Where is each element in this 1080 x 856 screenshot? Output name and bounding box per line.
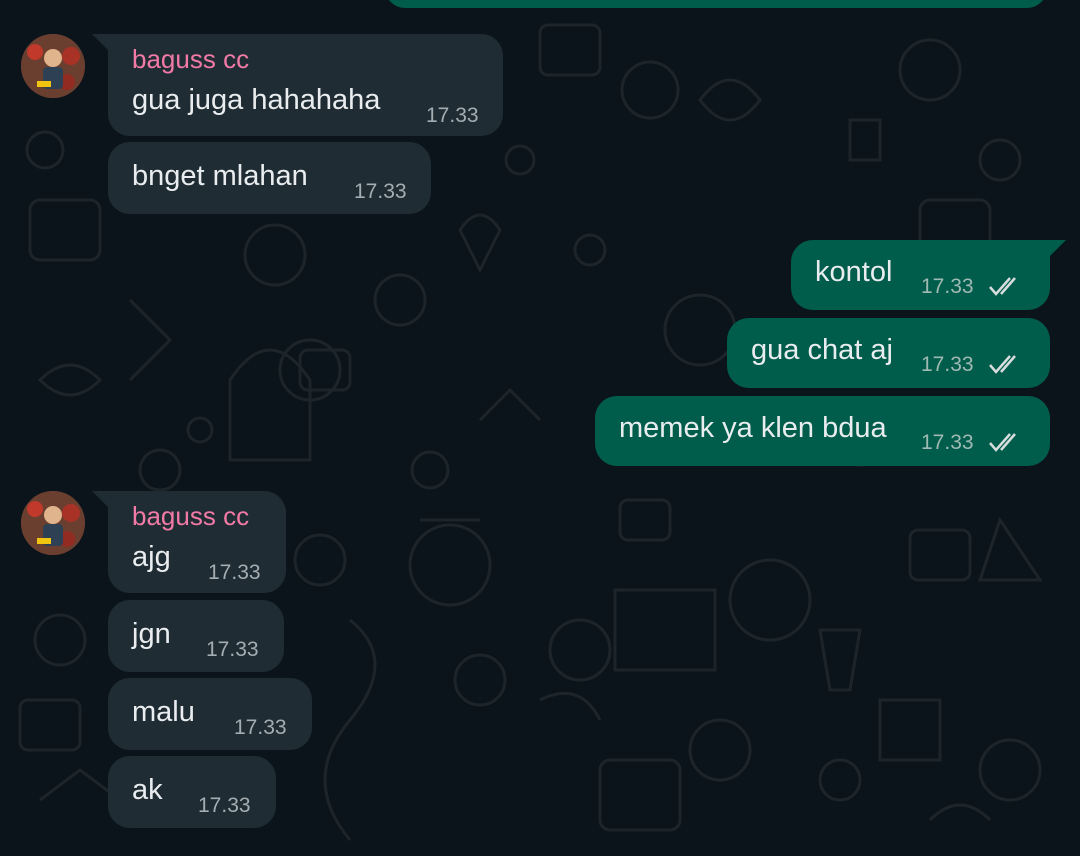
message-time: 17.33 bbox=[234, 716, 287, 739]
message-bubble[interactable]: baguss cc ajg 17.33 bbox=[92, 491, 286, 593]
message-text: gua juga hahahaha bbox=[132, 84, 381, 116]
read-ticks-icon bbox=[989, 433, 1016, 452]
message-time: 17.33 bbox=[921, 431, 974, 454]
message-bubble[interactable]: gua chat aj 17.33 bbox=[727, 318, 1050, 388]
previous-outgoing-bubble bbox=[385, 0, 1047, 8]
message-time: 17.33 bbox=[921, 275, 974, 298]
message-time: 17.33 bbox=[921, 353, 974, 376]
chat-area[interactable]: baguss cc gua juga hahahaha 17.33 bnget … bbox=[0, 0, 1080, 856]
message-text: jgn bbox=[132, 618, 171, 650]
message-text: bnget mlahan bbox=[132, 160, 308, 192]
message-bubble[interactable]: kontol 17.33 bbox=[791, 240, 1066, 310]
sender-name[interactable]: baguss cc bbox=[132, 44, 249, 75]
read-ticks-icon bbox=[989, 277, 1016, 296]
message-text: kontol bbox=[815, 256, 893, 288]
bubble-tail bbox=[92, 491, 110, 509]
bubble-tail bbox=[92, 34, 110, 52]
message-text: ak bbox=[132, 774, 163, 806]
message-time: 17.33 bbox=[198, 794, 251, 817]
bubble-tail bbox=[1048, 240, 1066, 258]
message-text: ajg bbox=[132, 541, 171, 573]
message-time: 17.33 bbox=[426, 104, 479, 127]
sender-name[interactable]: baguss cc bbox=[132, 501, 249, 532]
contact-avatar[interactable] bbox=[21, 491, 85, 555]
message-text: gua chat aj bbox=[751, 334, 893, 366]
read-ticks-icon bbox=[989, 355, 1016, 374]
avatar-image bbox=[21, 491, 85, 555]
message-text: memek ya klen bdua bbox=[619, 412, 887, 444]
message-time: 17.33 bbox=[208, 561, 261, 584]
avatar-image bbox=[21, 34, 85, 98]
message-bubble[interactable]: malu 17.33 bbox=[108, 678, 312, 750]
message-bubble[interactable]: bnget mlahan 17.33 bbox=[108, 142, 431, 214]
message-bubble[interactable]: jgn 17.33 bbox=[108, 600, 284, 672]
message-text: malu bbox=[132, 696, 195, 728]
contact-avatar[interactable] bbox=[21, 34, 85, 98]
message-bubble[interactable]: memek ya klen bdua 17.33 bbox=[595, 396, 1050, 466]
message-time: 17.33 bbox=[206, 638, 259, 661]
message-bubble[interactable]: baguss cc gua juga hahahaha 17.33 bbox=[92, 34, 503, 136]
message-time: 17.33 bbox=[354, 180, 407, 203]
message-bubble[interactable]: ak 17.33 bbox=[108, 756, 276, 828]
